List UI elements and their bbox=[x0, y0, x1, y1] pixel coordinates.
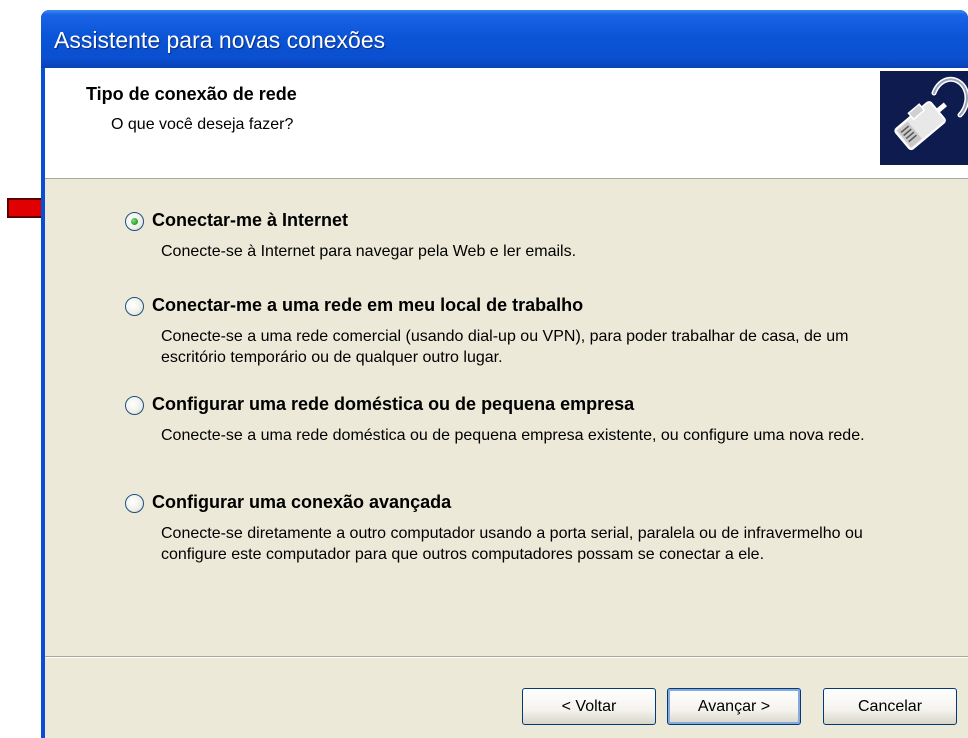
page-title: Tipo de conexão de rede bbox=[86, 84, 297, 104]
option-label[interactable]: Conectar-me à Internet bbox=[152, 210, 348, 231]
footer-divider bbox=[45, 656, 968, 658]
cancel-button[interactable]: Cancelar bbox=[823, 688, 957, 725]
option-label[interactable]: Configurar uma conexão avançada bbox=[152, 492, 451, 513]
window-title: Assistente para novas conexões bbox=[54, 27, 386, 53]
option-description: Conecte-se a uma rede comercial (usando … bbox=[161, 328, 849, 366]
next-button[interactable]: Avançar > bbox=[667, 688, 801, 725]
option-description: Conecte-se a uma rede doméstica ou de pe… bbox=[161, 427, 865, 444]
back-button[interactable]: < Voltar bbox=[522, 688, 656, 725]
option-label[interactable]: Configurar uma rede doméstica ou de pequ… bbox=[152, 394, 634, 415]
radio-connect-internet[interactable] bbox=[125, 212, 144, 231]
wizard-header: Tipo de conexão de rede O que você desej… bbox=[45, 68, 968, 179]
wizard-window: Assistente para novas conexões Tipo de c… bbox=[41, 10, 968, 738]
radio-selected-dot bbox=[131, 218, 138, 225]
option-description: Conecte-se diretamente a outro computado… bbox=[161, 525, 863, 563]
title-bar[interactable]: Assistente para novas conexões bbox=[41, 10, 968, 68]
radio-home-network[interactable] bbox=[125, 396, 144, 415]
radio-advanced-connection[interactable] bbox=[125, 494, 144, 513]
option-label[interactable]: Conectar-me a uma rede em meu local de t… bbox=[152, 295, 583, 316]
page-subtitle: O que você deseja fazer? bbox=[111, 116, 294, 133]
option-description: Conecte-se à Internet para navegar pela … bbox=[161, 243, 577, 260]
wizard-body: Tipo de conexão de rede O que você desej… bbox=[45, 68, 968, 738]
network-cable-icon bbox=[880, 71, 968, 165]
radio-connect-workplace[interactable] bbox=[125, 297, 144, 316]
